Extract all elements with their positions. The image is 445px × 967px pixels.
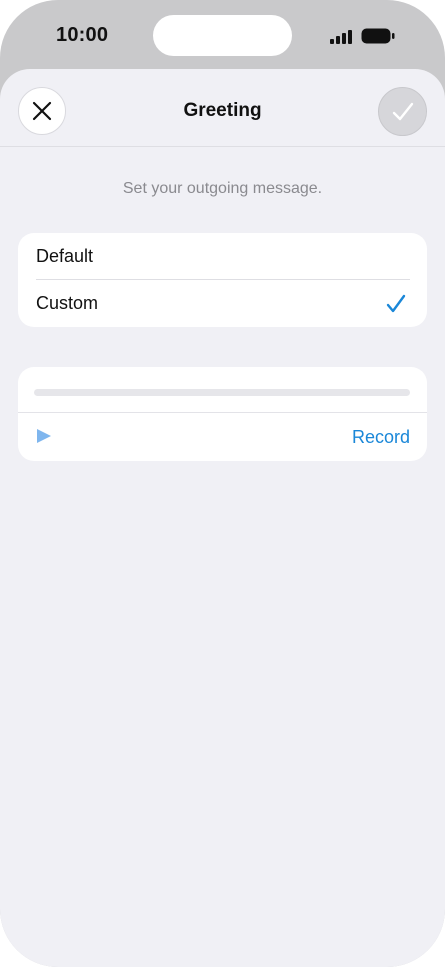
greeting-description: Set your outgoing message. bbox=[122, 180, 323, 197]
option-label: Default bbox=[36, 246, 94, 266]
greeting-options: Default Custom bbox=[18, 233, 427, 327]
navigation-bar: Greeting bbox=[0, 69, 445, 147]
phone-frame: 10:00 Greeting Set your outgoing message… bbox=[0, 0, 445, 967]
checkmark-icon bbox=[386, 294, 406, 313]
divider bbox=[18, 412, 427, 413]
option-custom[interactable]: Custom bbox=[18, 280, 427, 327]
checkmark-icon bbox=[392, 102, 413, 120]
greeting-player: Record bbox=[18, 367, 427, 461]
status-time: 10:00 bbox=[56, 24, 109, 46]
battery-icon bbox=[361, 28, 395, 44]
option-default[interactable]: Default bbox=[18, 233, 427, 280]
playback-progress-bar[interactable] bbox=[34, 389, 410, 396]
dynamic-island bbox=[153, 15, 292, 56]
play-icon[interactable] bbox=[36, 428, 52, 444]
status-bar: 10:00 bbox=[0, 0, 445, 70]
cellular-signal-icon bbox=[330, 30, 352, 44]
greeting-sheet: Greeting Set your outgoing message. Defa… bbox=[0, 69, 445, 967]
option-label: Custom bbox=[36, 293, 99, 313]
record-button[interactable]: Record bbox=[352, 427, 410, 448]
done-button[interactable] bbox=[378, 87, 427, 136]
